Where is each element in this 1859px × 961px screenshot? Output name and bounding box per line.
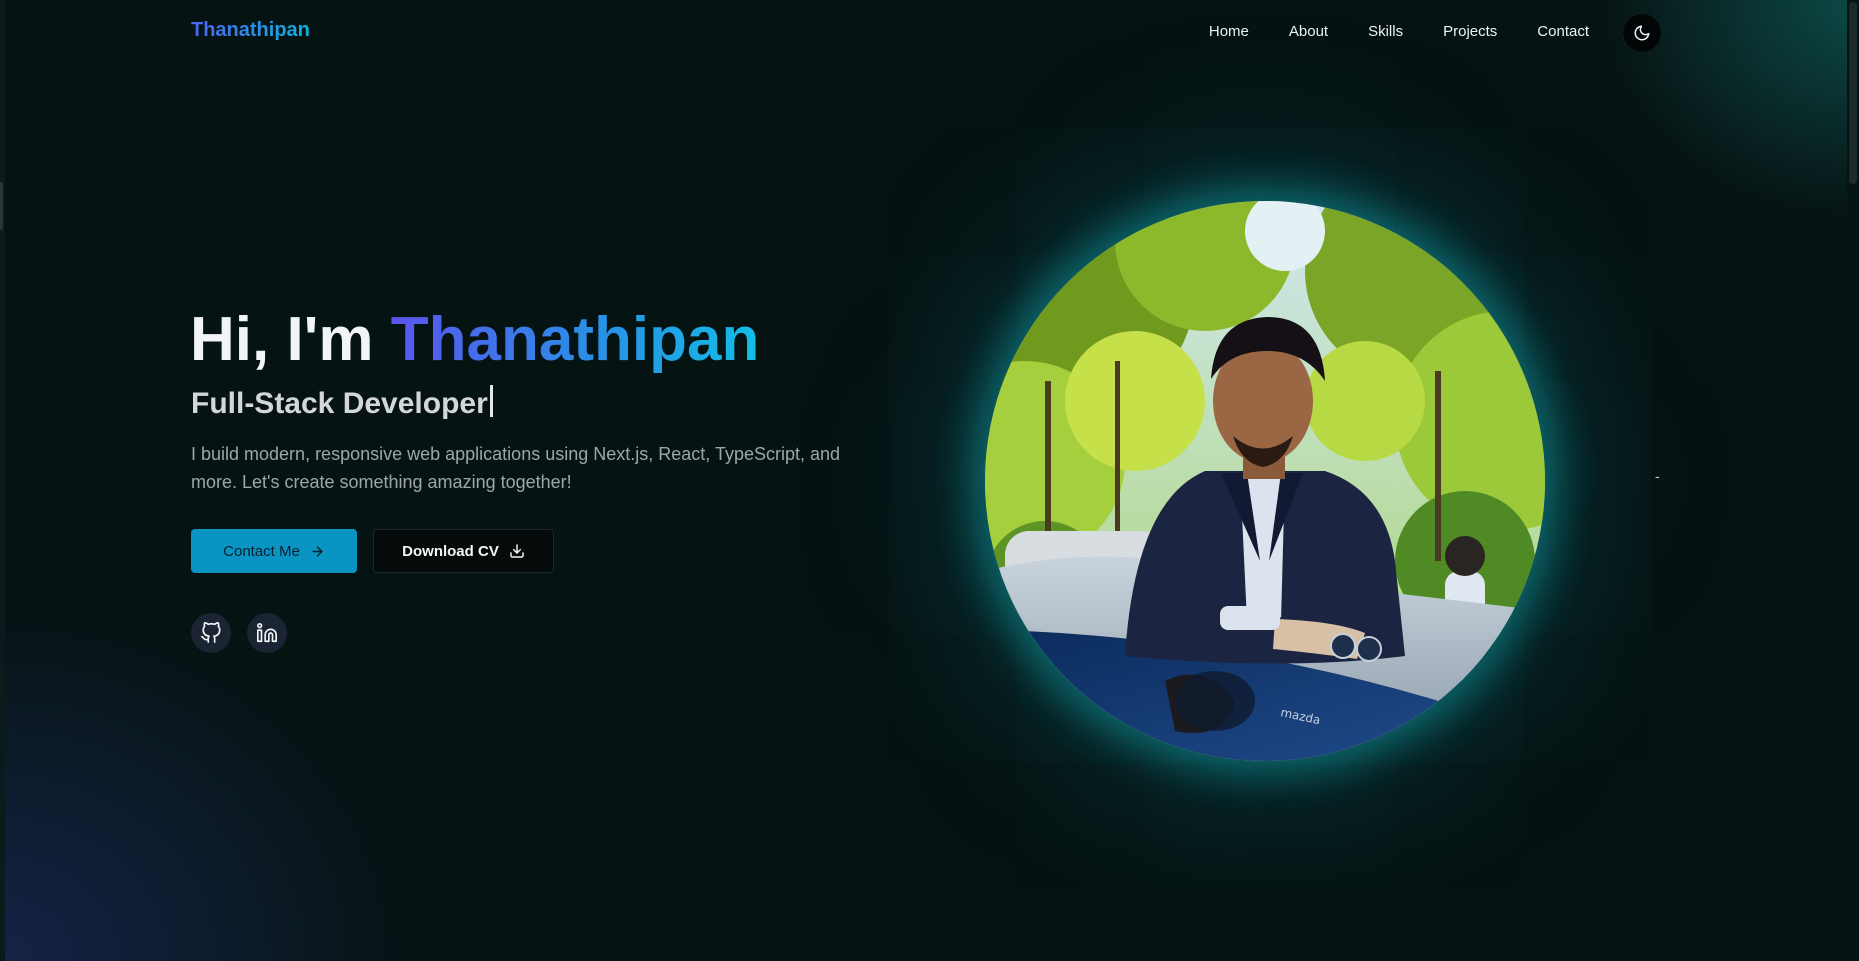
left-edge-handle (0, 182, 3, 230)
contact-me-label: Contact Me (223, 542, 300, 560)
nav-link-home[interactable]: Home (1189, 0, 1269, 64)
nav-links: Home About Skills Projects Contact (1189, 0, 1609, 64)
hero-role-text: Full-Stack Developer (191, 387, 488, 420)
page: Thanathipan Home About Skills Projects C… (0, 0, 1859, 961)
hero-role: Full-Stack Developer (191, 382, 493, 426)
moon-icon (1634, 25, 1650, 41)
nav-link-projects[interactable]: Projects (1423, 0, 1517, 64)
nav-link-skills[interactable]: Skills (1348, 0, 1423, 64)
scrollbar[interactable] (1847, 0, 1859, 961)
navbar: Thanathipan Home About Skills Projects C… (0, 0, 1859, 64)
profile-image: mazda (985, 201, 1545, 761)
typing-cursor (489, 385, 493, 417)
arrow-right-icon (312, 545, 323, 557)
linkedin-link[interactable] (247, 613, 287, 653)
contact-me-button[interactable]: Contact Me (191, 529, 357, 573)
nav-link-contact[interactable]: Contact (1517, 0, 1609, 64)
hero-greeting: Hi, I'm (190, 305, 391, 374)
download-icon (510, 544, 524, 558)
nav-link-about[interactable]: About (1269, 0, 1348, 64)
hero-description: I build modern, responsive web applicati… (191, 444, 841, 492)
hero-title: Hi, I'm Thanathipan (190, 300, 759, 380)
github-link[interactable] (191, 613, 231, 653)
github-icon (201, 622, 221, 643)
theme-toggle-button[interactable] (1623, 14, 1661, 52)
side-dash-mark: - (1655, 468, 1660, 484)
left-edge (0, 0, 5, 961)
logo[interactable]: Thanathipan (191, 19, 310, 42)
download-cv-button[interactable]: Download CV (373, 529, 554, 573)
scrollbar-thumb[interactable] (1849, 2, 1857, 184)
hero-name: Thanathipan (390, 305, 760, 374)
download-cv-label: Download CV (402, 542, 499, 560)
linkedin-icon (257, 623, 277, 643)
profile-photo: mazda (985, 201, 1545, 761)
